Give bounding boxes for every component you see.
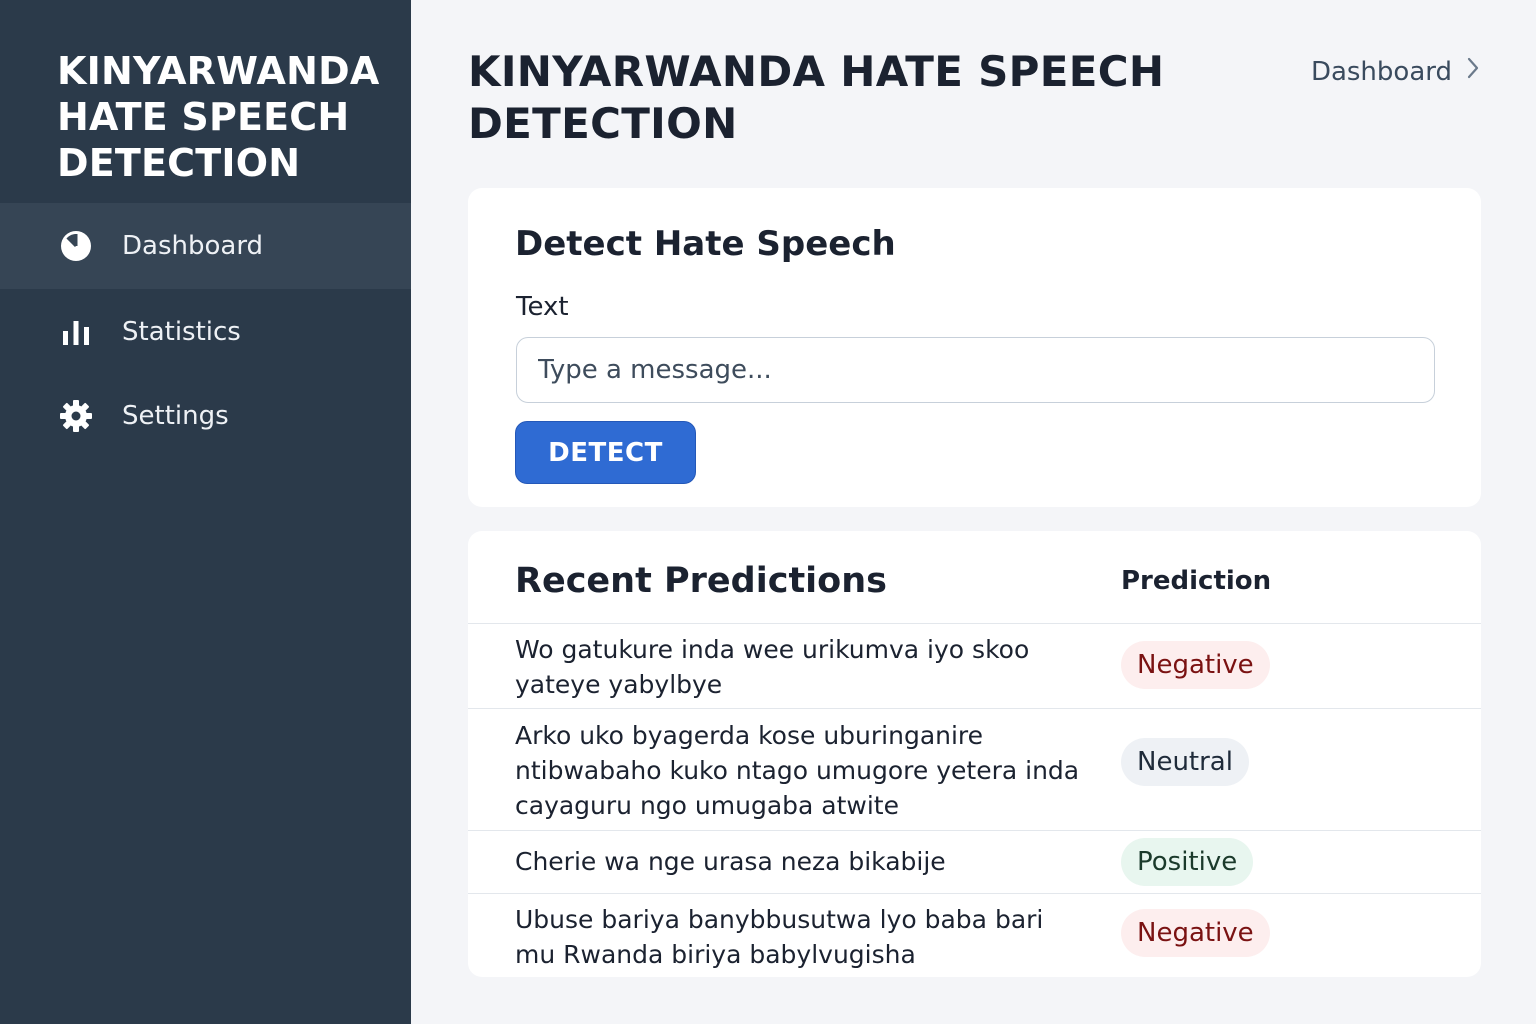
row-text: Cherie wa nge urasa neza bikabije <box>515 847 946 876</box>
table-row[interactable]: Cherie wa nge urasa neza bikabije Positi… <box>468 830 1481 893</box>
detect-card: Detect Hate Speech Text DETECT <box>468 188 1481 507</box>
detect-button[interactable]: DETECT <box>515 421 696 484</box>
brand-line: HATE SPEECH <box>57 95 350 139</box>
prediction-badge-positive: Positive <box>1121 838 1254 886</box>
sidebar-item-label: Statistics <box>122 317 241 347</box>
page-title-line: KINYARWANDA HATE SPEECH <box>468 47 1165 96</box>
message-input[interactable] <box>516 337 1435 403</box>
brand-line: DETECTION <box>57 141 301 185</box>
clock-icon <box>58 228 94 264</box>
page-title-line: DETECTION <box>468 99 738 148</box>
page-title: KINYARWANDA HATE SPEECH DETECTION <box>468 46 1188 150</box>
row-text: Arko uko byagerda kose uburinganire ntib… <box>515 721 1080 820</box>
table-row[interactable]: Arko uko byagerda kose uburinganire ntib… <box>468 708 1481 830</box>
brand-title: KINYARWANDA HATE SPEECH DETECTION <box>57 48 397 186</box>
row-text: Ubuse bariya banybbusutwa lyo baba bari … <box>515 905 1044 969</box>
chevron-right-icon <box>1466 56 1480 87</box>
prediction-badge-neutral: Neutral <box>1121 738 1249 786</box>
recent-predictions-title: Recent Predictions <box>515 561 887 601</box>
breadcrumb[interactable]: Dashboard <box>1311 56 1480 87</box>
sidebar: KINYARWANDA HATE SPEECH DETECTION Dashbo… <box>0 0 411 1024</box>
sidebar-item-label: Settings <box>122 401 229 431</box>
bar-chart-icon <box>58 314 94 350</box>
prediction-badge-negative: Negative <box>1121 909 1270 957</box>
detect-card-title: Detect Hate Speech <box>515 224 896 264</box>
recent-predictions-card: Recent Predictions Prediction Wo gatukur… <box>468 531 1481 977</box>
sidebar-item-dashboard[interactable]: Dashboard <box>0 203 411 289</box>
sidebar-item-settings[interactable]: Settings <box>0 373 411 459</box>
table-row[interactable]: Ubuse bariya banybbusutwa lyo baba bari … <box>468 893 1481 977</box>
breadcrumb-label[interactable]: Dashboard <box>1311 57 1452 87</box>
sidebar-item-statistics[interactable]: Statistics <box>0 289 411 375</box>
sidebar-item-label: Dashboard <box>122 231 264 261</box>
row-text: Wo gatukure inda wee urikumva iyo skoo y… <box>515 635 1030 699</box>
gear-icon <box>58 398 94 434</box>
table-row[interactable]: Wo gatukure inda wee urikumva iyo skoo y… <box>468 623 1481 709</box>
prediction-column-header: Prediction <box>1121 566 1272 596</box>
text-field-label: Text <box>516 292 569 322</box>
prediction-badge-negative: Negative <box>1121 641 1270 689</box>
brand-line: KINYARWANDA <box>57 49 380 93</box>
